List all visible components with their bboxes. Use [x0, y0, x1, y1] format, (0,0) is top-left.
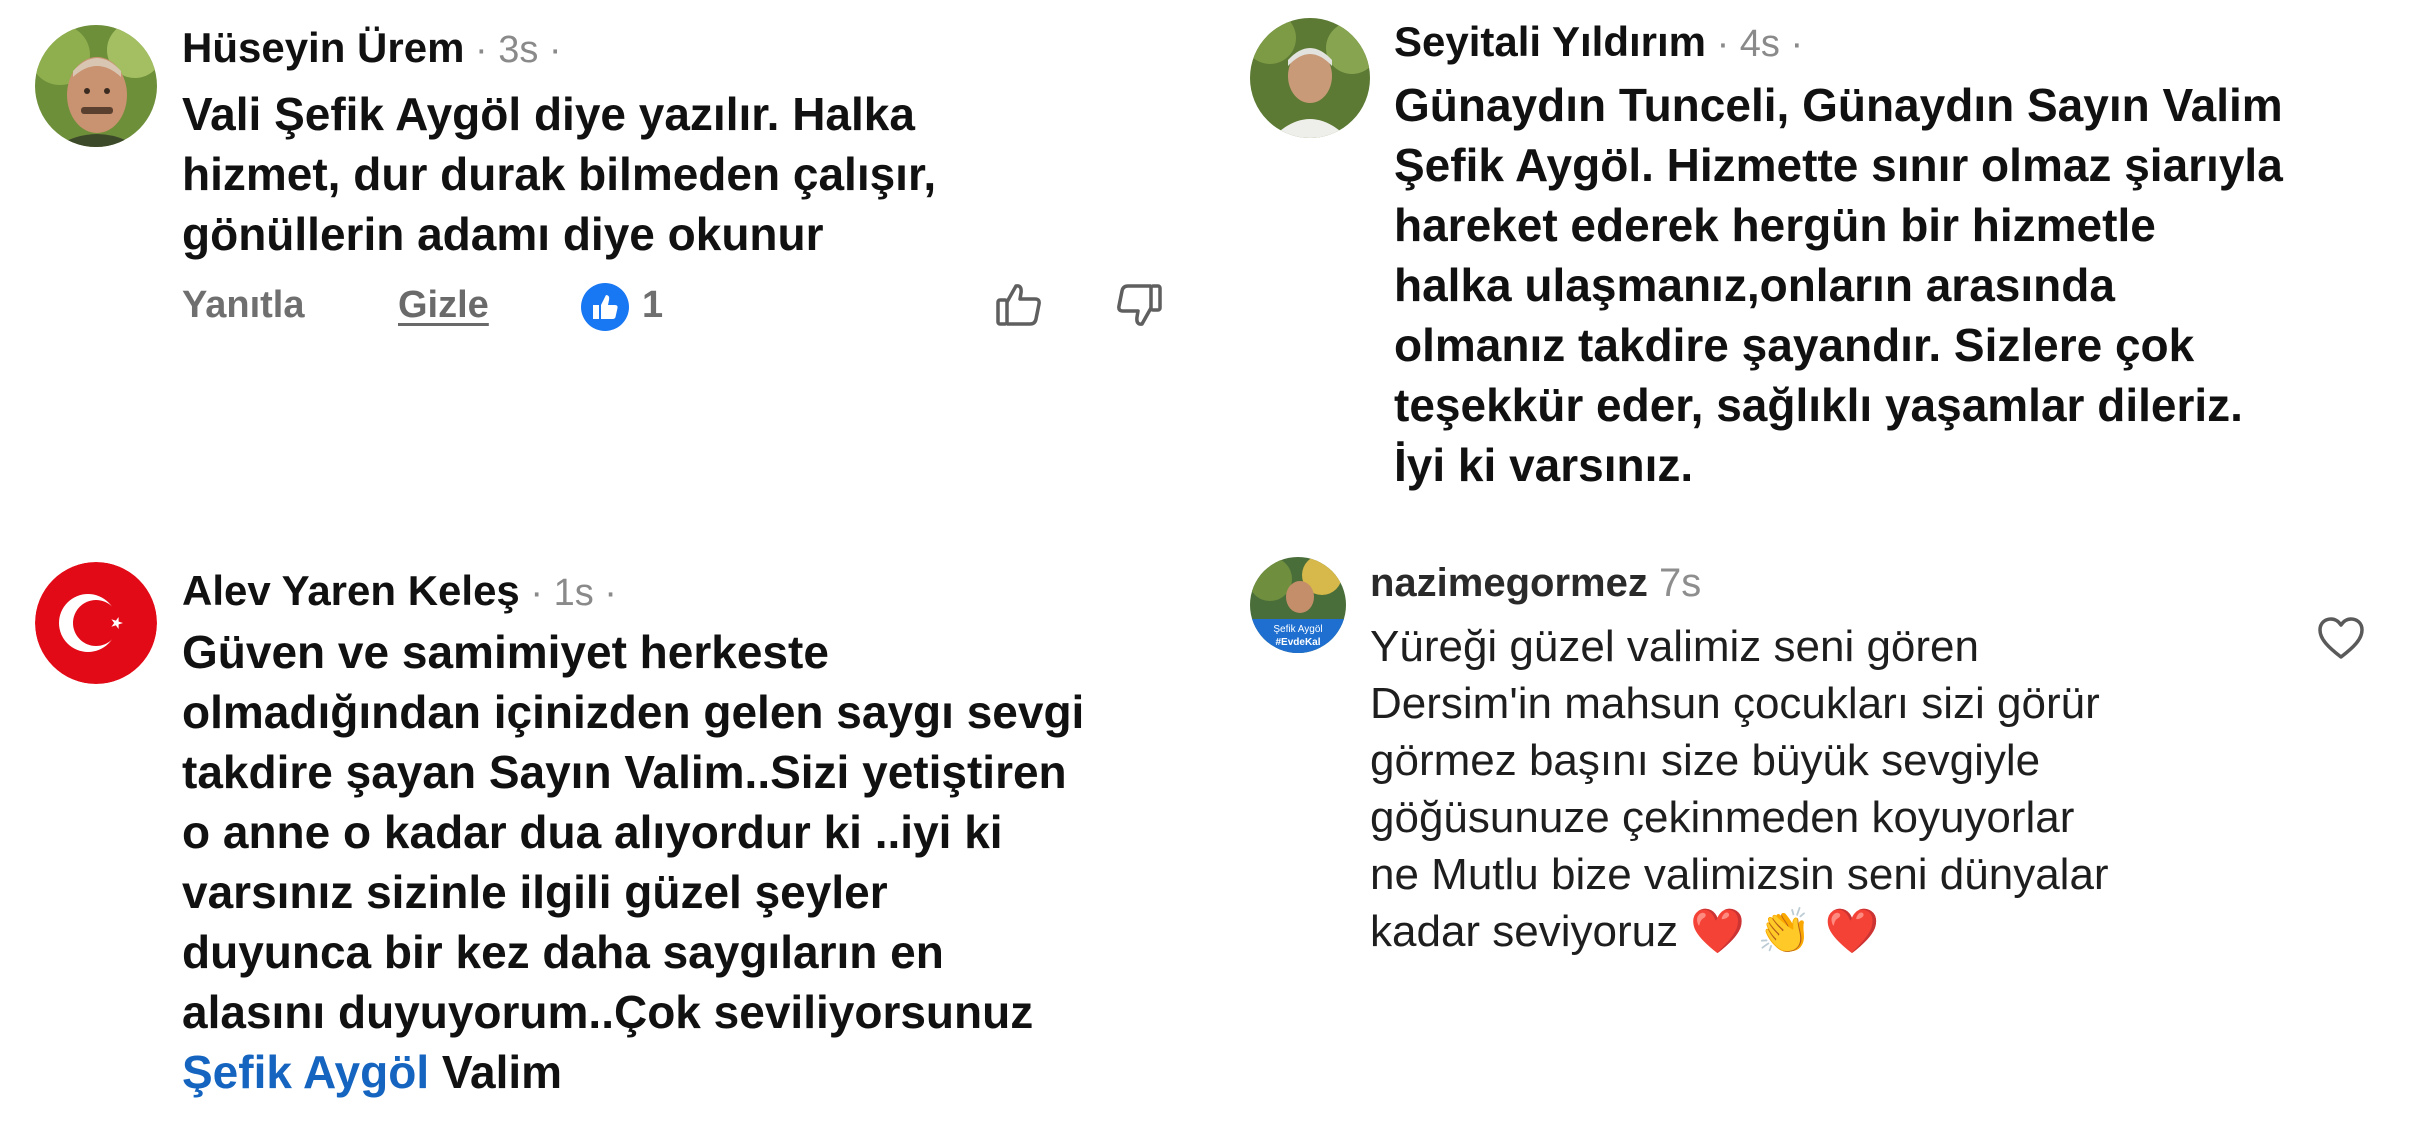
comment-card-seyitali: Seyitali Yıldırım · 4s · Günaydın Tuncel… [1218, 0, 2412, 530]
comment-line: Vali Şefik Aygöl diye yazılır. Halka [182, 88, 915, 140]
avatar-photo-icon: Şefik Aygöl #EvdeKal [1250, 557, 1346, 653]
emoji-heart: ❤️ [1824, 907, 1880, 956]
comment-text: Günaydın Tunceli, Günaydın Sayın Valim Ş… [1394, 75, 2283, 495]
heart-outline-icon[interactable] [2316, 615, 2366, 661]
author-name[interactable]: nazimegormez [1370, 561, 1648, 605]
comment-line: Güven ve samimiyet herkeste [182, 626, 829, 678]
reply-button[interactable]: Yanıtla [182, 284, 305, 327]
comment-text: Yüreği güzel valimiz seni gören Dersim'i… [1370, 618, 2109, 960]
hide-button[interactable]: Gizle [398, 284, 489, 327]
reaction-count: 1 [642, 284, 664, 326]
comment-time: · 3s · [464, 29, 562, 71]
svg-text:Şefik Aygöl: Şefik Aygöl [1273, 624, 1322, 635]
comment-card-alev: Alev Yaren Keleş · 1s · Güven ve samimiy… [0, 545, 1210, 1121]
like-reaction-icon [580, 282, 630, 332]
comment-author[interactable]: Seyitali Yıldırım · 4s · [1394, 18, 1803, 66]
avatar-alev[interactable] [35, 562, 157, 684]
comment-line-mention: Şefik Aygöl Valim [182, 1042, 1084, 1102]
comment-text-tail: Valim [429, 1046, 563, 1098]
comment-line: ne Mutlu bize valimizsin seni dünyalar [1370, 850, 2109, 899]
comment-line: gönüllerin adamı diye okunur [182, 208, 824, 260]
comment-line-with-emoji: kadar seviyoruz ❤️ 👏 ❤️ [1370, 903, 2109, 960]
avatar-photo-icon [35, 25, 157, 147]
comment-time: · 4s · [1706, 23, 1804, 65]
avatar-photo-icon [1250, 18, 1370, 138]
comment-line: hizmet, dur durak bilmeden çalışır, [182, 148, 937, 200]
comment-time: · 1s · [519, 572, 617, 614]
author-name[interactable]: Seyitali Yıldırım [1394, 18, 1706, 65]
comment-line: o anne o kadar dua alıyordur ki ..iyi ki [182, 806, 1003, 858]
comment-line: Şefik Aygöl. Hizmette sınır olmaz şiarıy… [1394, 139, 2283, 191]
comment-line: Dersim'in mahsun çocukları sizi görür [1370, 679, 2100, 728]
comment-line: Yüreği güzel valimiz seni gören [1370, 622, 1979, 671]
comment-line: Günaydın Tunceli, Günaydın Sayın Valim [1394, 79, 2283, 131]
comment-card-nazimegormez: Şefik Aygöl #EvdeKal nazimegormez 7s Yür… [1218, 545, 2412, 1121]
comment-author[interactable]: nazimegormez 7s [1370, 561, 1701, 606]
thumbs-up-icon[interactable] [993, 278, 1045, 330]
emoji-heart: ❤️ [1690, 907, 1746, 956]
comment-text: Güven ve samimiyet herkeste olmadığından… [182, 622, 1084, 1102]
comment-line: olmadığından içinizden gelen saygı sevgi [182, 686, 1085, 738]
comment-author[interactable]: Hüseyin Ürem · 3s · [182, 24, 562, 72]
comment-time: 7s [1647, 561, 1702, 605]
comment-line: alasını duyuyorum..Çok seviliyorsunuz [182, 986, 1034, 1038]
turkish-flag-icon [35, 562, 157, 684]
author-name[interactable]: Hüseyin Ürem [182, 24, 464, 71]
comment-author[interactable]: Alev Yaren Keleş · 1s · [182, 567, 617, 615]
comment-line: İyi ki varsınız. [1394, 439, 1694, 491]
comment-line: göğüsunuze çekinmeden koyuyorlar [1370, 793, 2075, 842]
comment-line: takdire şayan Sayın Valim..Sizi yetiştir… [182, 746, 1067, 798]
comment-line: halka ulaşmanız,onların arasında [1394, 259, 2115, 311]
comment-text: Vali Şefik Aygöl diye yazılır. Halka hiz… [182, 84, 936, 264]
svg-text:#EvdeKal: #EvdeKal [1275, 637, 1320, 648]
comment-line: teşekkür eder, sağlıklı yaşamlar dileriz… [1394, 379, 2243, 431]
comment-line: hareket ederek hergün bir hizmetle [1394, 199, 2156, 251]
comment-line: görmez başını size büyük sevgiyle [1370, 736, 2041, 785]
comment-line: varsınız sizinle ilgili güzel şeyler [182, 866, 888, 918]
avatar-nazimegormez[interactable]: Şefik Aygöl #EvdeKal [1250, 557, 1346, 653]
avatar-seyitali[interactable] [1250, 18, 1370, 138]
comment-line: duyunca bir kez daha saygıların en [182, 926, 944, 978]
comment-card-huseyin: Hüseyin Ürem · 3s · Vali Şefik Aygöl diy… [0, 0, 1210, 345]
emoji-clap: 👏 [1757, 907, 1813, 956]
author-name[interactable]: Alev Yaren Keleş [182, 567, 520, 614]
mention-link[interactable]: Şefik Aygöl [182, 1046, 429, 1098]
thumbs-down-icon[interactable] [1113, 280, 1165, 332]
avatar-huseyin[interactable] [35, 25, 157, 147]
comment-line: olmanız takdire şayandır. Sizlere çok [1394, 319, 2195, 371]
comment-line: kadar seviyoruz [1370, 907, 1679, 956]
